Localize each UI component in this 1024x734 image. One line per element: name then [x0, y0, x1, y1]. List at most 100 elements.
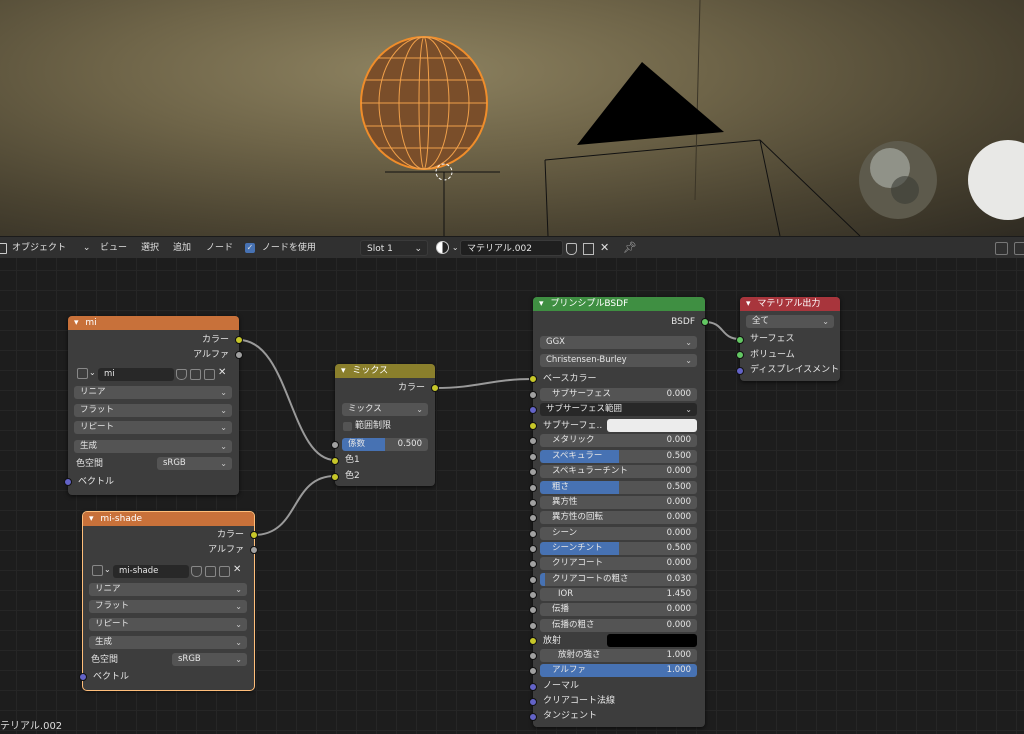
menu-node[interactable]: ノード: [206, 237, 233, 259]
colorspace-dropdown[interactable]: sRGB ⌄: [172, 653, 247, 666]
input-specular-tint-socket[interactable]: [529, 468, 537, 476]
colorspace-dropdown[interactable]: sRGB ⌄: [157, 457, 232, 470]
input-fac-socket[interactable]: [331, 441, 339, 449]
principled-bsdf-node[interactable]: ▾ プリンシプルBSDF BSDF GGX ⌄ Christensen-Burle…: [529, 297, 709, 727]
input-anisotropic-socket[interactable]: [529, 499, 537, 507]
input-alpha-socket[interactable]: [529, 667, 537, 675]
projection-dropdown[interactable]: フラット ⌄: [89, 600, 247, 613]
image-texture-node-mi[interactable]: ▾ mi カラー アルファ ⌄ mi ✕ リニア ⌄ フラット ⌄ リピート ⌄ 生成…: [64, 316, 243, 495]
menu-select[interactable]: 選択: [141, 237, 159, 259]
node-header[interactable]: ▾ ミックス: [335, 364, 435, 378]
collapse-arrow-icon[interactable]: ▾: [746, 299, 751, 309]
input-sheen-tint-socket[interactable]: [529, 545, 537, 553]
material-browse-button[interactable]: ⌄: [436, 237, 459, 259]
duplicate-icon[interactable]: [190, 369, 201, 380]
sheen-field[interactable]: シーン 0.000: [540, 527, 697, 540]
emission-strength-field[interactable]: 放射の強さ 1.000: [540, 649, 697, 662]
folder-icon[interactable]: [204, 369, 215, 380]
close-icon[interactable]: ✕: [218, 367, 226, 378]
node-header[interactable]: ▾ マテリアル出力: [740, 297, 840, 311]
alpha-field[interactable]: アルファ 1.000: [540, 664, 697, 677]
specular-field[interactable]: スペキュラー 0.500: [540, 450, 697, 463]
emission-color-swatch[interactable]: [607, 634, 697, 647]
duplicate-icon[interactable]: [582, 237, 594, 259]
anisotropic-field[interactable]: 異方性 0.000: [540, 496, 697, 509]
roughness-field[interactable]: 粗さ 0.500: [540, 481, 697, 494]
output-color-socket[interactable]: [235, 336, 243, 344]
overlay-icon[interactable]: [1013, 237, 1024, 259]
collapse-arrow-icon[interactable]: ▾: [539, 299, 544, 309]
anisotropic-rotation-field[interactable]: 異方性の回転 0.000: [540, 511, 697, 524]
input-subsurface-radius-socket[interactable]: [529, 406, 537, 414]
target-dropdown[interactable]: 全て ⌄: [746, 315, 834, 328]
close-icon[interactable]: ✕: [600, 237, 609, 259]
input-transmission-socket[interactable]: [529, 606, 537, 614]
fake-user-shield-icon[interactable]: [176, 369, 187, 380]
node-header[interactable]: ▾ プリンシプルBSDF: [533, 297, 705, 311]
image-texture-node-mi-shade[interactable]: ▾ mi-shade カラー アルファ ⌄ mi-shade ✕ リニア ⌄ フラ…: [79, 511, 258, 691]
duplicate-icon[interactable]: [205, 566, 216, 577]
clearcoat-field[interactable]: クリアコート 0.000: [540, 557, 697, 570]
extension-dropdown[interactable]: リピート ⌄: [74, 421, 232, 434]
input-metallic-socket[interactable]: [529, 437, 537, 445]
clearcoat-roughness-field[interactable]: クリアコートの粗さ 0.030: [540, 573, 697, 586]
input-emission-strength-socket[interactable]: [529, 652, 537, 660]
subsurface-radius-dropdown[interactable]: サブサーフェス範囲 ⌄: [540, 403, 697, 416]
node-editor[interactable]: ▾ mi カラー アルファ ⌄ mi ✕ リニア ⌄ フラット ⌄ リピート ⌄ 生成…: [0, 258, 1024, 734]
output-color-socket[interactable]: [431, 384, 439, 392]
output-alpha-socket[interactable]: [235, 351, 243, 359]
interpolation-dropdown[interactable]: リニア ⌄: [74, 386, 232, 399]
blend-type-dropdown[interactable]: ミックス ⌄: [342, 403, 428, 416]
metallic-field[interactable]: メタリック 0.000: [540, 434, 697, 447]
transmission-roughness-field[interactable]: 伝播の粗さ 0.000: [540, 619, 697, 632]
parent-node-tree-icon[interactable]: [994, 237, 1008, 259]
image-browse-icon[interactable]: [92, 565, 103, 576]
subsurface-method-dropdown[interactable]: Christensen-Burley ⌄: [540, 354, 697, 367]
editor-type-icon[interactable]: [0, 237, 10, 259]
collapse-arrow-icon[interactable]: ▾: [89, 514, 94, 524]
sheen-tint-field[interactable]: シーンチント 0.500: [540, 542, 697, 555]
extension-dropdown[interactable]: リピート ⌄: [89, 618, 247, 631]
distribution-dropdown[interactable]: GGX ⌄: [540, 336, 697, 349]
material-output-node[interactable]: ▾ マテリアル出力 全て ⌄ サーフェス ボリューム ディスプレイスメント: [736, 297, 840, 381]
source-dropdown[interactable]: 生成 ⌄: [74, 440, 232, 453]
3d-viewport[interactable]: [0, 0, 1024, 236]
node-header[interactable]: ▾ mi-shade: [83, 512, 254, 526]
clamp-checkbox[interactable]: [343, 422, 352, 431]
material-name-field[interactable]: マテリアル.002: [460, 240, 563, 256]
interpolation-dropdown[interactable]: リニア ⌄: [89, 583, 247, 596]
folder-icon[interactable]: [219, 566, 230, 577]
close-icon[interactable]: ✕: [233, 564, 241, 575]
source-dropdown[interactable]: 生成 ⌄: [89, 636, 247, 649]
fake-user-shield-icon[interactable]: [191, 566, 202, 577]
input-sheen-socket[interactable]: [529, 530, 537, 538]
menu-view[interactable]: ビュー: [100, 237, 127, 259]
projection-dropdown[interactable]: フラット ⌄: [74, 404, 232, 417]
image-name-field[interactable]: mi: [98, 368, 174, 381]
input-clearcoat-socket[interactable]: [529, 560, 537, 568]
specular-tint-field[interactable]: スペキュラーチント 0.000: [540, 465, 697, 478]
input-roughness-socket[interactable]: [529, 484, 537, 492]
slot-dropdown[interactable]: Slot 1 ⌄: [360, 240, 428, 256]
pin-icon[interactable]: 📌︎: [623, 237, 637, 259]
image-browse-icon[interactable]: [77, 368, 88, 379]
input-subsurface-socket[interactable]: [529, 391, 537, 399]
use-nodes-toggle[interactable]: ✓ ノードを使用: [245, 237, 316, 259]
input-transmission-roughness-socket[interactable]: [529, 622, 537, 630]
input-anisotropic-rotation-socket[interactable]: [529, 514, 537, 522]
object-mode-dropdown[interactable]: オブジェクト ⌄: [12, 237, 90, 259]
collapse-arrow-icon[interactable]: ▾: [74, 318, 79, 328]
mix-node[interactable]: ▾ ミックス カラー ミックス ⌄ 範囲制限 係数 0.500 色1 色2: [331, 364, 439, 486]
node-header[interactable]: ▾ mi: [68, 316, 239, 330]
input-specular-socket[interactable]: [529, 453, 537, 461]
subsurface-field[interactable]: サブサーフェス 0.000: [540, 388, 697, 401]
transmission-field[interactable]: 伝播 0.000: [540, 603, 697, 616]
collapse-arrow-icon[interactable]: ▾: [341, 366, 346, 376]
ior-field[interactable]: IOR 1.450: [540, 588, 697, 601]
output-color-socket[interactable]: [250, 531, 258, 539]
output-bsdf-socket[interactable]: [701, 318, 709, 326]
fac-slider[interactable]: 係数 0.500: [342, 438, 428, 451]
image-name-field[interactable]: mi-shade: [113, 565, 189, 578]
input-clearcoat-roughness-socket[interactable]: [529, 576, 537, 584]
input-ior-socket[interactable]: [529, 591, 537, 599]
